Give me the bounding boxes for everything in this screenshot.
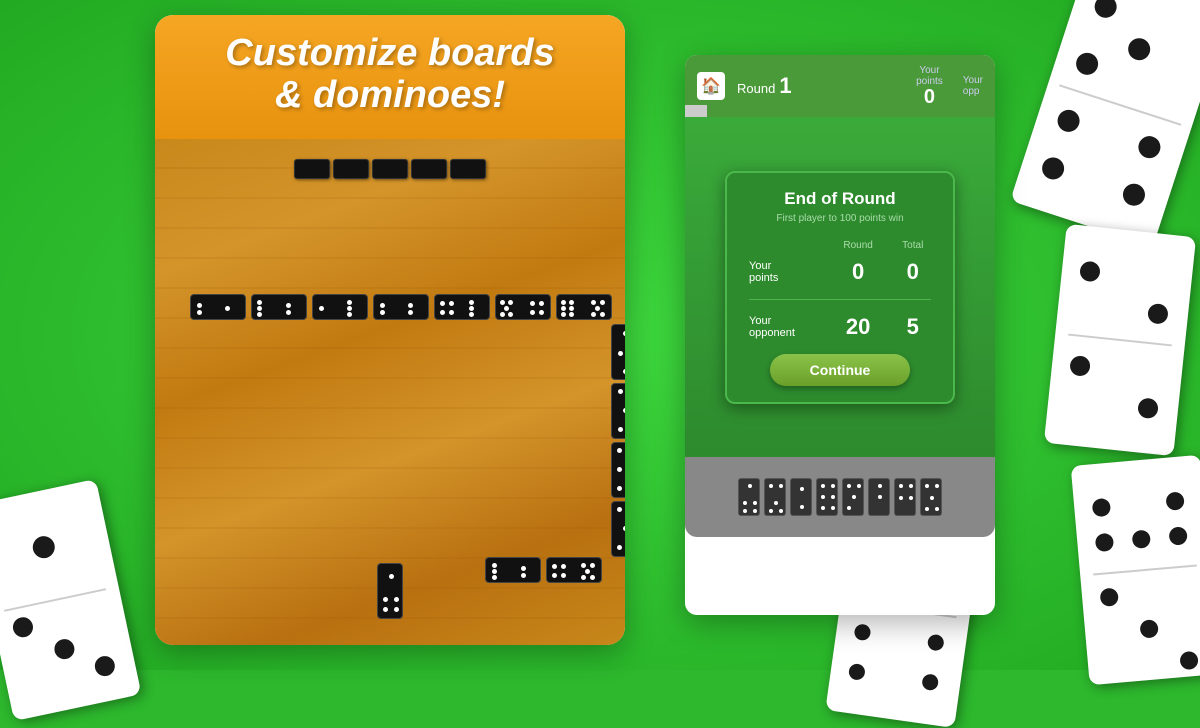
tray-domino-5 [842, 478, 864, 516]
decorative-domino-far-right [1071, 455, 1200, 685]
domino-h4 [373, 294, 429, 320]
domino-v4 [611, 501, 625, 557]
eor-subtitle: First player to 100 points win [743, 213, 937, 224]
domino-h6 [495, 294, 551, 320]
domino-row2-h2 [546, 557, 602, 583]
opponent-total-score: 5 [888, 310, 937, 344]
your-points-stat: Yourpoints 0 [916, 65, 943, 107]
tray-domino-6 [868, 478, 890, 516]
game-board-area: End of Round First player to 100 points … [685, 117, 995, 457]
player-score-row: Your points 0 0 [743, 255, 937, 289]
player-total-score: 0 [888, 255, 937, 289]
left-panel: Customize boards & dominoes! [155, 15, 625, 645]
domino-h5 [434, 294, 490, 320]
tray-domino-2 [764, 478, 786, 516]
left-panel-header: Customize boards & dominoes! [155, 15, 625, 139]
domino-h3 [312, 294, 368, 320]
your-points-label: Yourpoints [916, 65, 943, 87]
bottom-tray [685, 457, 995, 537]
eor-title: End of Round [743, 189, 937, 209]
domino-bottom-single [377, 563, 403, 619]
opponent-round-score: 20 [828, 310, 889, 344]
your-opp-stat: Youropp [963, 75, 983, 97]
domino-h2 [251, 294, 307, 320]
tray-domino-7 [894, 478, 916, 516]
player-round-score: 0 [828, 255, 889, 289]
domino-v3 [611, 442, 625, 498]
your-points-value: 0 [924, 87, 935, 107]
domino-h1 [190, 294, 246, 320]
round-value: 1 [779, 73, 791, 99]
tray-domino-4 [816, 478, 838, 516]
opponent-label: Your opponent [743, 310, 828, 344]
domino-h7 [556, 294, 612, 320]
continue-button[interactable]: Continue [770, 354, 911, 386]
domino-pile-top [294, 159, 486, 179]
eor-scores-table: Round Total Your points 0 0 [743, 236, 937, 344]
game-board [155, 139, 625, 645]
tray-domino-8 [920, 478, 942, 516]
right-panel: 🏠 Round 1 Yourpoints 0 Youropp End o [685, 55, 995, 615]
opponent-score-row: Your opponent 20 5 [743, 310, 937, 344]
end-of-round-dialog: End of Round First player to 100 points … [725, 171, 955, 404]
tray-domino-1 [738, 478, 760, 516]
game-header: 🏠 Round 1 Yourpoints 0 Youropp [685, 55, 995, 117]
domino-v2 [611, 383, 625, 439]
player-label-text: Your points [749, 260, 778, 284]
domino-row2-h1 [485, 557, 541, 583]
customize-title: Customize boards & dominoes! [165, 33, 615, 117]
decorative-domino-right-mid [1044, 224, 1196, 456]
title-line2: & dominoes! [275, 74, 505, 116]
round-info: Round 1 [737, 73, 904, 99]
opponent-label-text: Your opponent [749, 315, 795, 339]
domino-v1 [611, 324, 625, 380]
divider-row [743, 289, 937, 310]
round-col-header: Round [828, 236, 889, 255]
total-col-header: Total [888, 236, 937, 255]
title-line1: Customize boards [225, 32, 554, 74]
your-opp-label: Youropp [963, 75, 983, 97]
tray-domino-3 [790, 478, 812, 516]
home-icon[interactable]: 🏠 [697, 72, 725, 100]
player-label: Your points [743, 255, 828, 289]
round-label: Round [737, 81, 775, 96]
